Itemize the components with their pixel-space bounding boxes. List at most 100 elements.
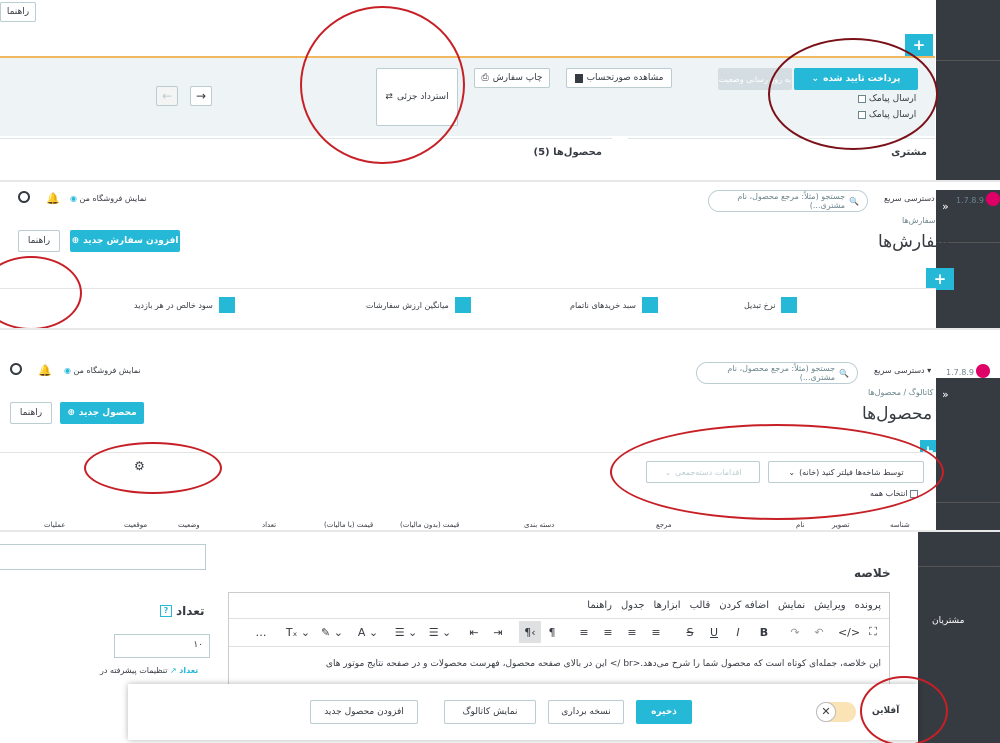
kpi-net-profit: سود خالص در هر بازدید bbox=[134, 297, 235, 313]
print-icon: ⎙ bbox=[481, 73, 489, 83]
next-order-button[interactable]: → bbox=[190, 86, 212, 106]
column-header[interactable]: موقعیت bbox=[124, 521, 147, 529]
column-header[interactable]: تعداد bbox=[262, 521, 276, 529]
bold-icon[interactable]: B bbox=[755, 621, 773, 643]
previous-field-input[interactable] bbox=[0, 544, 206, 570]
underline-icon[interactable]: U bbox=[705, 621, 723, 643]
search-icon[interactable]: 🔍 bbox=[839, 369, 849, 378]
clear-format-icon[interactable]: Tₓ ⌄ bbox=[283, 621, 313, 643]
indent-icon[interactable]: ⇥ bbox=[489, 621, 507, 643]
user-icon[interactable] bbox=[10, 363, 22, 375]
search-input[interactable]: 🔍 جستجو (مثلاً: مرجع محصول، نام مشتری...… bbox=[708, 190, 868, 212]
menu-file[interactable]: پرونده bbox=[855, 600, 881, 611]
cart-off-icon bbox=[642, 297, 659, 313]
align-center-icon[interactable]: ≡ bbox=[623, 621, 641, 643]
view-shop-link[interactable]: ◉ نمایش فروشگاه من bbox=[70, 194, 147, 203]
code-icon[interactable]: </> bbox=[838, 621, 860, 643]
eye-icon: ◉ bbox=[70, 194, 77, 203]
arrow-left-icon: ← bbox=[161, 89, 173, 103]
collapse-icon[interactable]: » bbox=[942, 388, 949, 401]
column-header[interactable]: نام bbox=[796, 521, 804, 529]
admin-sidebar: » bbox=[936, 378, 1000, 530]
rtl-icon[interactable]: ¶‹ bbox=[519, 621, 541, 643]
quick-access-dropdown[interactable]: دسترسی سریع ▾ bbox=[874, 366, 931, 375]
italic-icon[interactable]: I bbox=[729, 621, 747, 643]
external-link-icon: ↗ bbox=[170, 666, 177, 675]
column-header[interactable]: دسته بندی bbox=[524, 521, 554, 529]
sidebar-item-customers[interactable]: مشتریان bbox=[932, 616, 964, 626]
add-plus-button[interactable]: + bbox=[926, 268, 954, 290]
menu-tools[interactable]: ابزارها bbox=[654, 600, 681, 611]
quantity-link[interactable]: تعداد bbox=[179, 666, 198, 675]
help-icon[interactable]: ? bbox=[160, 605, 172, 617]
align-left-icon[interactable]: ≡ bbox=[647, 621, 665, 643]
admin-sidebar: » bbox=[936, 190, 1000, 328]
column-header[interactable]: مرجع bbox=[656, 521, 672, 529]
kpi-conversion: نرخ تبدیل bbox=[744, 297, 798, 313]
breadcrumb[interactable]: کاتالوگ / محصول‌ها bbox=[868, 388, 933, 397]
quick-access-dropdown[interactable]: دسترسی سریع ▾ bbox=[884, 194, 941, 203]
page-title: سفارش‌ها bbox=[878, 232, 950, 252]
highlight-icon[interactable]: ✎ ⌄ bbox=[317, 621, 347, 643]
rich-text-editor: پرونده ویرایش نمایش اضافه کردن قالب ابزا… bbox=[228, 592, 890, 692]
menu-format[interactable]: قالب bbox=[690, 600, 711, 611]
align-justify-icon[interactable]: ≡ bbox=[575, 621, 593, 643]
column-header[interactable]: وضعیت bbox=[178, 521, 200, 529]
search-input[interactable]: 🔍 جستجو (مثلاً: مرجع محصول، نام مشتری...… bbox=[696, 362, 858, 384]
user-icon[interactable] bbox=[18, 191, 30, 203]
menu-edit[interactable]: ویرایش bbox=[814, 600, 845, 611]
sidebar-divider bbox=[918, 566, 1000, 567]
menu-insert[interactable]: اضافه کردن bbox=[719, 600, 769, 611]
prev-order-button[interactable]: ← bbox=[156, 86, 178, 106]
bell-icon[interactable]: 🔔 bbox=[38, 364, 52, 377]
editor-toolbar: ⛶ </> ↶ ↷ B I U S ≡ ≡ ≡ ≡ ¶ ¶‹ ⇥ ⇤ ☰ ⌄ ☰… bbox=[229, 621, 889, 647]
prestashop-logo bbox=[986, 192, 1000, 206]
fullscreen-icon[interactable]: ⛶ bbox=[863, 621, 883, 643]
editor-menubar: پرونده ویرایش نمایش اضافه کردن قالب ابزا… bbox=[229, 593, 889, 619]
view-invoice-button[interactable]: مشاهده صورتحساب bbox=[566, 68, 672, 88]
online-toggle[interactable]: ✕ bbox=[816, 702, 856, 722]
print-order-button[interactable]: ⎙ چاپ سفارش bbox=[474, 68, 550, 88]
menu-help[interactable]: راهنما bbox=[587, 600, 612, 611]
version-label: 1.7.8.9 bbox=[956, 196, 984, 205]
menu-table[interactable]: جدول bbox=[621, 600, 645, 611]
menu-view[interactable]: نمایش bbox=[778, 600, 805, 611]
help-button[interactable]: راهنما bbox=[10, 402, 52, 424]
align-right-icon[interactable]: ≡ bbox=[599, 621, 617, 643]
column-header[interactable]: قیمت (با مالیات) bbox=[324, 521, 373, 529]
numbered-list-icon[interactable]: ☰ ⌄ bbox=[425, 621, 455, 643]
bell-icon[interactable]: 🔔 bbox=[46, 192, 60, 205]
redo-icon[interactable]: ↷ bbox=[785, 621, 805, 643]
bullet-list-icon[interactable]: ☰ ⌄ bbox=[391, 621, 421, 643]
products-card: محصول‌ها (5) bbox=[0, 138, 612, 180]
help-button[interactable]: راهنما bbox=[18, 230, 60, 252]
strikethrough-icon[interactable]: S bbox=[681, 621, 699, 643]
plus-circle-icon: ⊕ bbox=[71, 236, 80, 246]
column-header[interactable]: شناسه bbox=[890, 521, 910, 529]
kpi-abandoned-carts: سبد خریدهای ناتمام bbox=[570, 297, 659, 313]
search-icon[interactable]: 🔍 bbox=[849, 197, 859, 206]
text-color-icon[interactable]: A ⌄ bbox=[353, 621, 383, 643]
help-button[interactable]: راهنما bbox=[0, 2, 36, 22]
quantity-input[interactable]: ۱۰ bbox=[114, 634, 210, 658]
column-header[interactable]: قیمت (بدون مالیات) bbox=[400, 521, 459, 529]
outdent-icon[interactable]: ⇤ bbox=[465, 621, 483, 643]
admin-sidebar bbox=[936, 0, 1000, 180]
bottom-action-bar: آفلاین ✕ ذخیره نسخه برداری نمایش کاتالوگ… bbox=[128, 684, 918, 740]
advanced-settings-text: تعداد ↗ تنظیمات پیشرفته در bbox=[100, 666, 199, 675]
new-product-button[interactable]: ⊕ محصول جدید bbox=[60, 402, 144, 424]
ltr-icon[interactable]: ¶ bbox=[543, 621, 561, 643]
add-order-button[interactable]: ⊕ افزودن سفارش جدید bbox=[70, 230, 180, 252]
view-shop-link[interactable]: ◉ نمایش فروشگاه من bbox=[64, 366, 141, 375]
save-button[interactable]: ذخیره bbox=[636, 700, 692, 724]
plus-circle-icon: ⊕ bbox=[67, 408, 75, 418]
duplicate-button[interactable]: نسخه برداری bbox=[548, 700, 624, 724]
breadcrumb[interactable]: سفارش‌ها bbox=[902, 216, 935, 225]
more-icon[interactable]: … bbox=[249, 621, 273, 643]
customer-tab[interactable]: مشتری bbox=[891, 147, 927, 158]
undo-icon[interactable]: ↶ bbox=[809, 621, 829, 643]
add-new-product-button[interactable]: افزودن محصول جدید bbox=[310, 700, 418, 724]
view-catalog-button[interactable]: نمایش کاتالوگ bbox=[444, 700, 536, 724]
products-tab[interactable]: محصول‌ها (5) bbox=[534, 147, 603, 158]
collapse-icon[interactable]: » bbox=[942, 200, 949, 213]
